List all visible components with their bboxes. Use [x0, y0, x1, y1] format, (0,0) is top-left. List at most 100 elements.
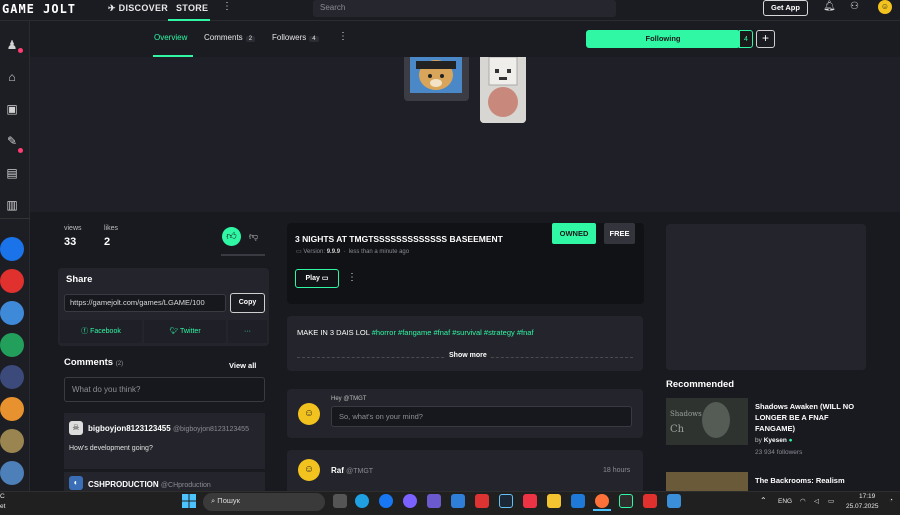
dislike-button[interactable]: 👎︎ — [249, 231, 258, 242]
play-button[interactable]: Play ▭ — [295, 269, 339, 288]
add-to-playlist-button[interactable]: + — [756, 30, 775, 48]
friends-icon[interactable]: ⚇ — [850, 1, 859, 12]
like-button[interactable]: 👍︎ — [222, 227, 241, 246]
description-card — [287, 316, 643, 371]
commenter-avatar-2[interactable]: ◐ — [69, 476, 83, 490]
post-input[interactable]: So, what's on your mind? — [331, 406, 632, 427]
wifi-icon[interactable]: ◠ — [800, 497, 806, 505]
comment-author-2[interactable]: CSHPRODUCTION @CHproduction — [88, 480, 211, 489]
recommended-game-title-2[interactable]: The Backrooms: Realism — [755, 476, 845, 485]
volume-icon[interactable]: ◁ — [814, 497, 819, 505]
share-url-field[interactable]: https://gamejolt.com/games/LGAME/100 — [64, 294, 226, 312]
quests-icon[interactable]: ✎ — [4, 133, 20, 149]
app-icon-7[interactable] — [0, 429, 24, 453]
app-taskbar-icon-9[interactable] — [523, 494, 537, 508]
facebook-icon: ⓕ — [81, 328, 89, 335]
search-input[interactable]: Search — [313, 0, 616, 17]
bell-icon[interactable]: 🔔︎ — [823, 1, 836, 12]
tab-overview[interactable]: Overview — [154, 33, 187, 42]
feed-author-avatar[interactable]: ☺ — [298, 459, 320, 481]
game-options-icon[interactable]: ⋮ — [347, 272, 357, 283]
facebook-taskbar-icon[interactable] — [379, 494, 393, 508]
app-icon-8[interactable] — [0, 461, 24, 485]
app-taskbar-icon-4[interactable] — [403, 494, 417, 508]
notification-dot — [18, 48, 23, 53]
firefox-icon[interactable] — [595, 494, 609, 508]
copy-button[interactable]: Copy — [230, 293, 265, 313]
commenter-avatar[interactable]: ☠ — [69, 421, 83, 435]
recommended-thumbnail[interactable]: Shadows Ch — [666, 398, 748, 445]
like-ratio-bar — [221, 254, 265, 256]
more-menu-icon[interactable]: ⋮ — [222, 1, 232, 12]
windows-start-icon[interactable] — [182, 494, 196, 508]
comment-author[interactable]: bigboyjon8123123455 @bigboyjon8123123455 — [88, 424, 249, 433]
app-taskbar-icon-14[interactable] — [643, 494, 657, 508]
feed-author[interactable]: Raf @TMGT — [331, 466, 373, 475]
followers-count-badge: 4 — [309, 36, 319, 42]
app-icon-4[interactable] — [0, 333, 24, 357]
notification-dot-2 — [18, 148, 23, 153]
user-avatar[interactable]: ☺ — [878, 0, 892, 14]
store-icon[interactable]: ⌂ — [4, 69, 20, 85]
nav-store[interactable]: STORE — [176, 3, 208, 13]
app-icon-3[interactable] — [0, 301, 24, 325]
app-icon-6[interactable] — [0, 397, 24, 421]
app-taskbar-icon-15[interactable] — [667, 494, 681, 508]
view-all-comments-link[interactable]: View all — [229, 361, 256, 370]
chat-icon[interactable]: ▤ — [4, 165, 20, 181]
get-app-button[interactable]: Get App — [763, 0, 808, 16]
twitter-share-button[interactable]: 🐦︎ Twitter — [144, 320, 226, 343]
composer-greeting: Hey @TMGT — [331, 396, 367, 402]
clock-time[interactable]: 17:19 — [859, 493, 875, 500]
app-taskbar-icon-6[interactable] — [451, 494, 465, 508]
language-indicator[interactable]: ENG — [778, 498, 792, 505]
recommended-title: Recommended — [666, 379, 735, 390]
taskbar-widget-a: C — [0, 493, 5, 500]
comments-count-badge: 2 — [245, 36, 256, 42]
dog-image — [404, 57, 469, 101]
twitter-icon: 🐦︎ — [169, 328, 179, 335]
nav-discover[interactable]: ✈ DISCOVER — [108, 3, 168, 14]
taskbar-search[interactable]: ⌕ Пошук — [203, 493, 325, 511]
owned-badge: OWNED — [552, 223, 596, 244]
developer-thumbnail-plush[interactable] — [480, 57, 526, 123]
recommended-author[interactable]: by Kyesen ● — [755, 437, 793, 444]
backpack-icon[interactable]: ▣ — [4, 101, 20, 117]
tab-comments[interactable]: Comments 2 — [204, 33, 256, 42]
gamejolt-logo[interactable]: GAME JOLT — [2, 2, 76, 16]
recommended-followers: 23 934 followers — [755, 449, 803, 456]
comments-title: Comments (2) — [64, 357, 124, 368]
app-taskbar-icon-5[interactable] — [427, 494, 441, 508]
app-icon-5[interactable] — [0, 365, 24, 389]
library-icon[interactable]: ▥ — [4, 197, 20, 213]
developer-thumbnail-dog[interactable] — [404, 57, 469, 101]
task-view-icon[interactable] — [333, 494, 347, 508]
more-share-button[interactable]: ··· — [228, 320, 267, 343]
rocket-icon: ✈ — [108, 3, 116, 13]
game-description: MAKE IN 3 DAIS LOL #horror #fangame #fna… — [297, 328, 534, 337]
app-taskbar-icon-11[interactable] — [571, 494, 585, 508]
recommended-game-title[interactable]: Shadows Awaken (WILL NO LONGER BE A FNAF… — [755, 401, 870, 434]
views-value: 33 — [64, 236, 77, 248]
facebook-share-button[interactable]: ⓕ Facebook — [60, 320, 142, 343]
edge-icon[interactable] — [355, 494, 369, 508]
app-taskbar-icon-7[interactable] — [475, 494, 489, 508]
roblox-icon[interactable] — [0, 237, 24, 261]
file-explorer-icon[interactable] — [547, 494, 561, 508]
comment-input[interactable]: What do you think? — [64, 377, 265, 402]
tab-followers[interactable]: Followers 4 — [272, 33, 319, 42]
show-more-button[interactable]: Show more — [446, 352, 490, 359]
following-button[interactable]: Following — [586, 30, 740, 48]
steam-icon[interactable] — [499, 494, 513, 508]
windows-icon: ▭ — [321, 275, 329, 282]
clock-date[interactable]: 25.07.2025 — [846, 503, 879, 510]
app-taskbar-icon-13[interactable] — [619, 494, 633, 508]
game-tags[interactable]: #horror #fangame #fnaf #survival #strate… — [372, 328, 534, 337]
game-more-icon[interactable]: ⋮ — [338, 31, 348, 42]
following-count: 4 — [739, 30, 753, 48]
sidebar-divider — [0, 218, 30, 219]
play-app-icon[interactable] — [0, 269, 24, 293]
notification-center-icon[interactable]: ◔ — [889, 497, 893, 504]
battery-icon[interactable]: ▭ — [828, 497, 834, 505]
tray-overflow-icon[interactable]: ⌃ — [760, 496, 767, 505]
